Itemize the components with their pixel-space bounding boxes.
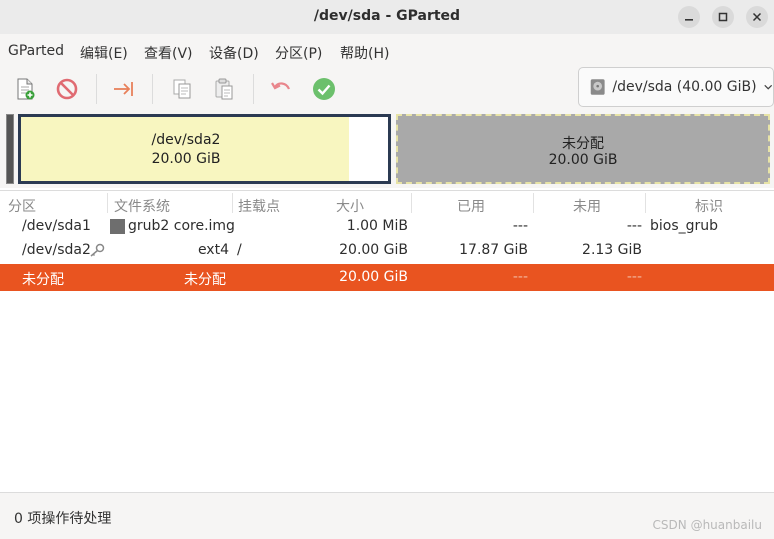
filesystem-color-swatch bbox=[110, 219, 125, 234]
resize-move-icon bbox=[114, 82, 133, 96]
column-header-used[interactable]: 已用 bbox=[457, 196, 485, 216]
undo-icon bbox=[271, 82, 291, 90]
menu-edit[interactable]: 编辑(E) bbox=[80, 43, 128, 63]
window-title: /dev/sda - GParted bbox=[313, 8, 461, 24]
title-bar: /dev/sda - GParted bbox=[0, 0, 774, 34]
table-row-selected[interactable]: 未分配 未分配 20.00 GiB --- --- bbox=[0, 264, 774, 291]
cell-partition: /dev/sda2 bbox=[22, 242, 91, 258]
cell-filesystem: grub2 core.img bbox=[128, 218, 235, 234]
paste-button[interactable] bbox=[211, 76, 237, 102]
column-divider bbox=[645, 193, 646, 213]
cell-partition: /dev/sda1 bbox=[22, 218, 91, 234]
delete-partition-icon bbox=[56, 78, 78, 100]
undo-button[interactable] bbox=[268, 76, 294, 102]
paste-icon bbox=[215, 78, 233, 100]
cell-used: --- bbox=[512, 269, 528, 285]
menu-help[interactable]: 帮助(H) bbox=[340, 43, 389, 63]
watermark: CSDN @huanbailu bbox=[652, 518, 762, 532]
menu-device[interactable]: 设备(D) bbox=[209, 43, 259, 63]
hard-disk-icon bbox=[590, 79, 605, 95]
key-icon bbox=[90, 243, 105, 257]
disk-map-sda2[interactable]: /dev/sda2 20.00 GiB bbox=[18, 114, 391, 184]
maximize-button[interactable] bbox=[712, 6, 734, 28]
toolbar-separator bbox=[253, 74, 254, 104]
menu-gparted[interactable]: GParted bbox=[8, 43, 64, 59]
cell-size: 1.00 MiB bbox=[346, 218, 408, 234]
device-selector-value: /dev/sda (40.00 GiB) bbox=[612, 79, 757, 95]
column-header-size[interactable]: 大小 bbox=[336, 196, 364, 216]
menu-partition[interactable]: 分区(P) bbox=[275, 43, 322, 63]
column-divider bbox=[232, 193, 233, 213]
toolbar-separator bbox=[96, 74, 97, 104]
disk-map-sda1[interactable] bbox=[6, 114, 14, 184]
disk-map-sda2-used bbox=[21, 117, 349, 181]
cell-used: 17.87 GiB bbox=[459, 242, 528, 258]
delete-partition-button[interactable] bbox=[54, 76, 80, 102]
status-bar: 0 项操作待处理 CSDN @huanbailu bbox=[0, 492, 774, 539]
toolbar-separator bbox=[152, 74, 153, 104]
cell-size: 20.00 GiB bbox=[339, 242, 408, 258]
column-header-partition[interactable]: 分区 bbox=[8, 196, 36, 216]
copy-button[interactable] bbox=[169, 76, 195, 102]
column-header-flags[interactable]: 标识 bbox=[695, 196, 723, 216]
pending-operations-status: 0 项操作待处理 bbox=[14, 511, 112, 527]
cell-unused: --- bbox=[626, 269, 642, 285]
copy-icon bbox=[173, 79, 191, 99]
disk-map-sda2-name: /dev/sda2 bbox=[151, 132, 221, 148]
device-selector[interactable]: /dev/sda (40.00 GiB) bbox=[578, 67, 774, 107]
close-button[interactable] bbox=[746, 6, 768, 28]
cell-partition: 未分配 bbox=[22, 272, 64, 288]
cell-used: --- bbox=[512, 218, 528, 234]
apply-icon bbox=[313, 78, 335, 100]
menu-bar: GParted 编辑(E) 查看(V) 设备(D) 分区(P) 帮助(H) bbox=[0, 34, 774, 66]
cell-unused: --- bbox=[626, 218, 642, 234]
disk-map-unallocated[interactable]: 未分配 20.00 GiB bbox=[396, 114, 770, 184]
minimize-button[interactable] bbox=[678, 6, 700, 28]
cell-unused: 2.13 GiB bbox=[582, 242, 642, 258]
disk-map-unallocated-name: 未分配 bbox=[562, 136, 604, 152]
column-divider bbox=[107, 193, 108, 213]
partition-table bbox=[0, 190, 774, 492]
apply-button[interactable] bbox=[311, 76, 337, 102]
column-divider bbox=[411, 193, 412, 213]
new-partition-icon bbox=[17, 78, 35, 100]
menu-view[interactable]: 查看(V) bbox=[144, 43, 193, 63]
maximize-icon bbox=[718, 12, 728, 22]
cell-size: 20.00 GiB bbox=[339, 269, 408, 285]
new-partition-button[interactable] bbox=[12, 76, 38, 102]
minimize-icon bbox=[685, 19, 693, 21]
cell-filesystem: ext4 bbox=[197, 242, 229, 258]
chevron-down-icon bbox=[763, 84, 772, 90]
disk-map-sda2-size: 20.00 GiB bbox=[151, 151, 221, 167]
cell-filesystem: 未分配 bbox=[184, 272, 226, 288]
resize-move-button[interactable] bbox=[111, 76, 137, 102]
cell-mountpoint: / bbox=[237, 242, 242, 258]
close-icon bbox=[752, 12, 762, 22]
column-header-filesystem[interactable]: 文件系统 bbox=[114, 196, 170, 216]
column-divider bbox=[533, 193, 534, 213]
column-header-unused[interactable]: 未用 bbox=[573, 196, 601, 216]
column-header-mountpoint[interactable]: 挂载点 bbox=[238, 196, 280, 216]
cell-flags: bios_grub bbox=[650, 218, 719, 234]
disk-map-unallocated-size: 20.00 GiB bbox=[548, 152, 618, 168]
